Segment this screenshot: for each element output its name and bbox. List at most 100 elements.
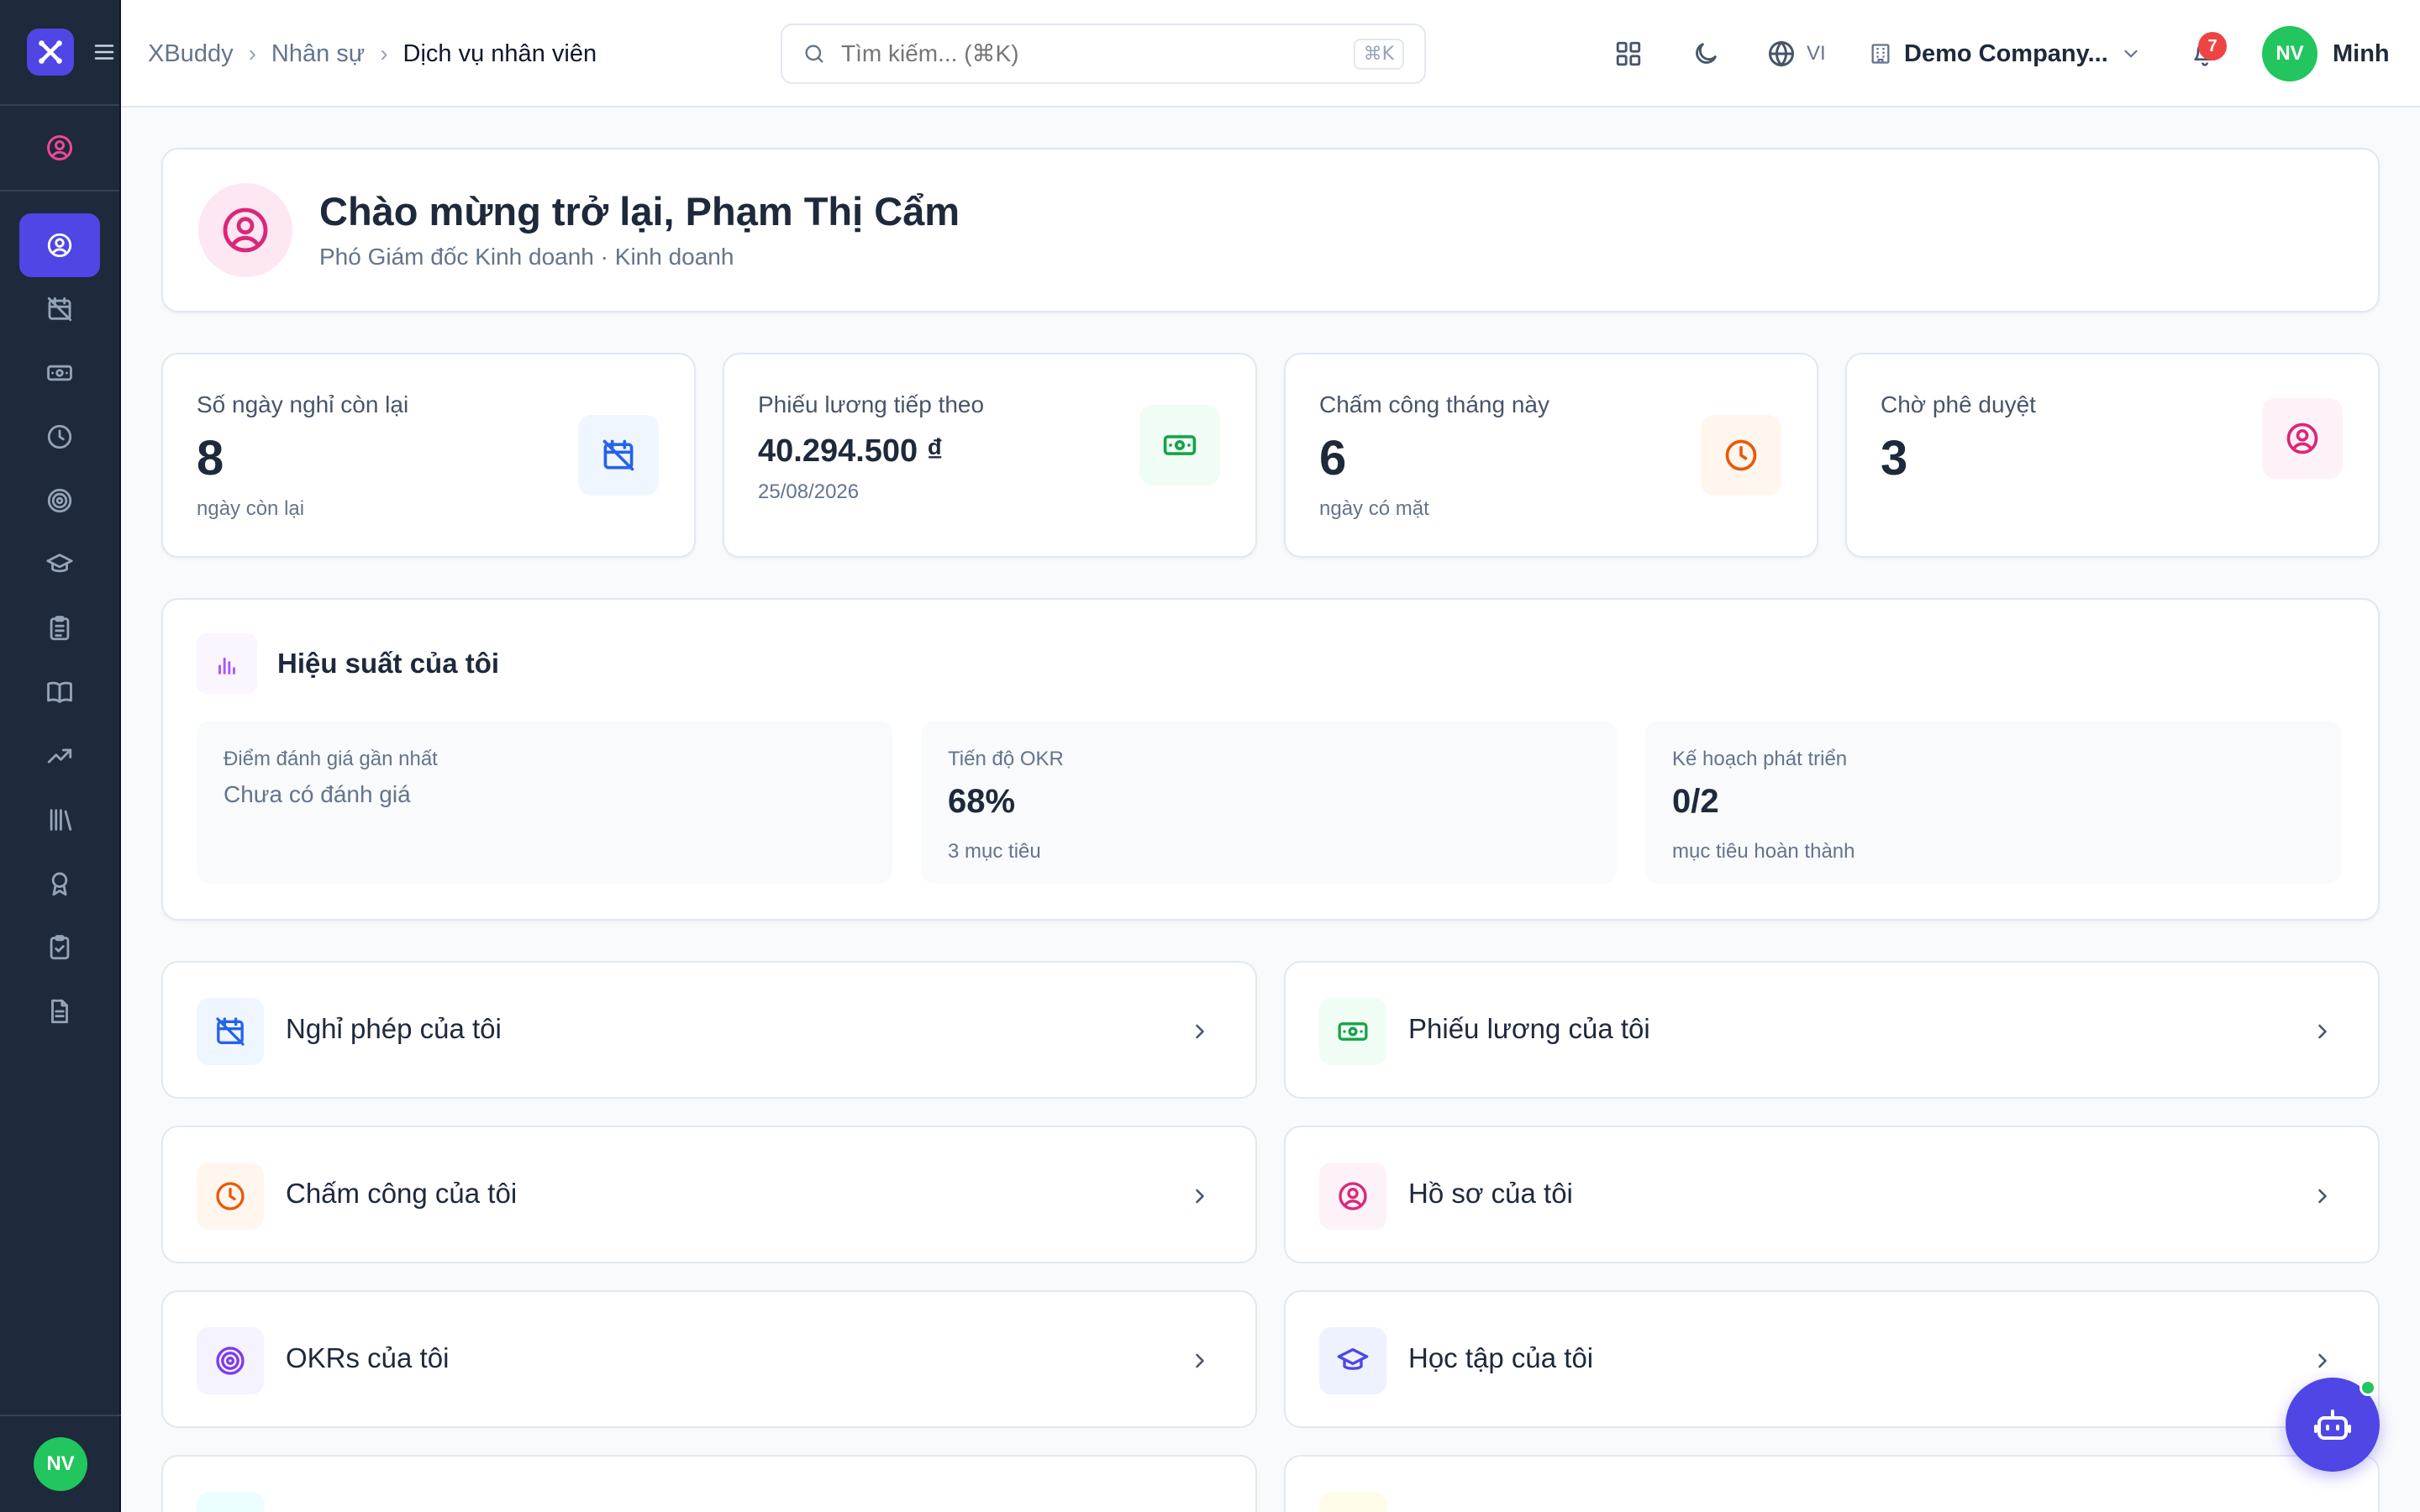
- stat-label: Số ngày nghỉ còn lại: [197, 391, 409, 417]
- sidebar-item-trending-up[interactable]: [19, 724, 100, 788]
- user-circle-icon: [47, 135, 72, 160]
- app-logo[interactable]: [27, 29, 74, 76]
- quick-link-label: Nghỉ phép của tôi: [286, 1013, 502, 1044]
- quick-link-label: Hồ sơ của tôi: [1408, 1178, 1573, 1209]
- breadcrumb-item-home[interactable]: XBuddy: [148, 40, 234, 68]
- performance-header: Hiệu suất của tôi: [197, 633, 499, 694]
- calendar-off-icon: [578, 415, 659, 496]
- clipboard-list-icon: [45, 614, 74, 643]
- sidebar-module-switch[interactable]: [0, 106, 119, 192]
- chevron-right-icon: [2306, 1179, 2339, 1213]
- assistant-online-indicator: [2360, 1379, 2376, 1396]
- perf-plan-sub: mục tiêu hoàn thành: [1672, 840, 1855, 863]
- globe-icon: [1769, 40, 1794, 67]
- sidebar-footer: NV: [0, 1415, 121, 1512]
- quick-link-graduation-cap[interactable]: Học tập của tôi: [1284, 1290, 2380, 1428]
- chevron-right-icon: ›: [380, 40, 388, 66]
- chevron-right-icon: [2306, 1344, 2339, 1378]
- perf-review-label: Điểm đánh giá gần nhất: [224, 748, 438, 770]
- sidebar-item-book-open[interactable]: [19, 660, 100, 724]
- performance-title: Hiệu suất của tôi: [277, 648, 500, 679]
- stat-card[interactable]: Chấm công tháng này 6 ngày có mặt: [1284, 353, 1818, 558]
- quick-link-target[interactable]: OKRs của tôi: [161, 1290, 1257, 1428]
- sidebar-avatar[interactable]: NV: [34, 1437, 87, 1491]
- stat-card[interactable]: Số ngày nghỉ còn lại 8 ngày còn lại: [161, 353, 696, 558]
- user-name: Minh: [2333, 39, 2390, 67]
- calendar-off-icon: [197, 998, 264, 1065]
- language-switcher[interactable]: VI: [1766, 34, 1826, 74]
- partial-icon: [197, 1492, 264, 1512]
- chevron-right-icon: [1183, 1344, 1217, 1378]
- search-icon: [805, 45, 823, 63]
- search-input[interactable]: [841, 40, 1339, 67]
- language-code: VI: [1807, 42, 1826, 65]
- graduation-cap-icon: [45, 550, 74, 579]
- chevron-right-icon: [2306, 1015, 2339, 1048]
- quick-link-label: OKRs của tôi: [286, 1342, 450, 1373]
- quick-link-label: Học tập của tôi: [1408, 1342, 1594, 1373]
- apps-grid-icon[interactable]: [1608, 34, 1649, 74]
- library-icon: [45, 806, 74, 834]
- quick-link-card-partial[interactable]: [1284, 1455, 2380, 1512]
- quick-link-user-circle[interactable]: Hồ sơ của tôi: [1284, 1126, 2380, 1263]
- sidebar-item-calendar-off[interactable]: [19, 277, 100, 341]
- sidebar-header: [0, 0, 119, 106]
- user-menu[interactable]: NV Minh: [2262, 25, 2390, 82]
- file-text-icon: [45, 997, 74, 1026]
- quick-link-clock[interactable]: Chấm công của tôi: [161, 1126, 1257, 1263]
- dark-mode-moon-icon[interactable]: [1686, 34, 1726, 74]
- building-icon: [1871, 44, 1890, 64]
- perf-okr-sub: 3 mục tiêu: [948, 840, 1041, 863]
- sidebar-item-clipboard-list[interactable]: [19, 596, 100, 660]
- breadcrumb-item-current: Dịch vụ nhân viên: [402, 39, 597, 67]
- perf-box-plan: Kế hoạch phát triển 0/2 mục tiêu hoàn th…: [1645, 721, 2341, 884]
- chevron-down-icon: [2124, 50, 2138, 58]
- banknote-icon: [45, 359, 74, 387]
- sidebar-item-graduation-cap[interactable]: [19, 533, 100, 596]
- chevron-right-icon: [1183, 1015, 1217, 1048]
- stat-sub: ngày còn lại: [197, 497, 305, 520]
- performance-card: Hiệu suất của tôi Điểm đánh giá gần nhất…: [161, 598, 2380, 921]
- book-open-icon: [45, 678, 74, 706]
- partial-icon: [1319, 1492, 1386, 1512]
- breadcrumb-item-hr[interactable]: Nhân sự: [271, 40, 365, 68]
- sidebar-item-user-circle[interactable]: [19, 213, 100, 277]
- sidebar-item-clipboard-check[interactable]: [19, 916, 100, 979]
- banknote-icon: [1319, 998, 1386, 1065]
- banknote-icon: [1139, 405, 1220, 486]
- user-circle-icon: [198, 183, 292, 277]
- quick-link-banknote[interactable]: Phiếu lương của tôi: [1284, 961, 2380, 1099]
- clock-icon: [1701, 415, 1781, 496]
- target-icon: [197, 1327, 264, 1394]
- sidebar-item-file-text[interactable]: [19, 979, 100, 1043]
- award-icon: [45, 869, 74, 898]
- sidebar-nav: [0, 192, 119, 1043]
- quick-link-calendar-off[interactable]: Nghỉ phép của tôi: [161, 961, 1257, 1099]
- sidebar-item-award[interactable]: [19, 852, 100, 916]
- target-icon: [45, 486, 74, 515]
- bar-chart-icon: [197, 633, 257, 694]
- stat-value: 8: [197, 431, 224, 486]
- search-box[interactable]: ⌘K: [781, 24, 1426, 84]
- menu-icon[interactable]: [91, 39, 118, 66]
- welcome-title: Chào mừng trở lại, Phạm Thị Cẩm: [319, 189, 960, 234]
- user-circle-icon: [1319, 1163, 1386, 1230]
- trending-up-icon: [45, 742, 74, 770]
- sidebar-item-banknote[interactable]: [19, 341, 100, 405]
- sidebar-item-target[interactable]: [19, 469, 100, 533]
- user-circle-icon: [45, 231, 74, 260]
- chevron-right-icon: [1183, 1179, 1217, 1213]
- clock-icon: [197, 1163, 264, 1230]
- search-shortcut: ⌘K: [1353, 38, 1404, 70]
- perf-okr-label: Tiến độ OKR: [948, 748, 1064, 770]
- stat-card[interactable]: Phiếu lương tiếp theo 40.294.500 ₫ 25/08/2…: [723, 353, 1257, 558]
- quick-link-card-partial[interactable]: [161, 1455, 1257, 1512]
- chevron-right-icon: ›: [248, 40, 256, 66]
- calendar-off-icon: [45, 295, 74, 323]
- welcome-card: Chào mừng trở lại, Phạm Thị Cẩm Phó Giám…: [161, 148, 2380, 312]
- sidebar-item-clock[interactable]: [19, 405, 100, 469]
- company-selector[interactable]: Demo Company...: [1869, 30, 2142, 77]
- sidebar-item-library[interactable]: [19, 788, 100, 852]
- perf-okr-value: 68%: [948, 783, 1016, 820]
- stat-card[interactable]: Chờ phê duyệt 3: [1845, 353, 2380, 558]
